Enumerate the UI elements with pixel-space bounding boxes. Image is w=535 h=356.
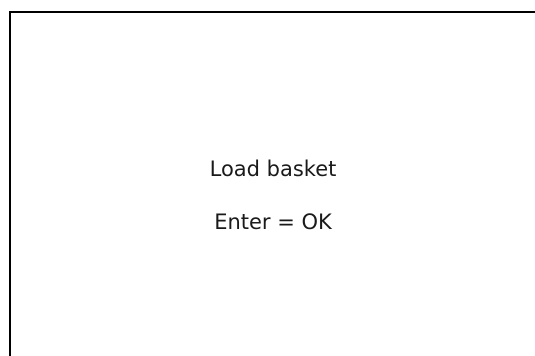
confirm-instruction: Enter = OK xyxy=(214,210,332,234)
message-screen: Load basket Enter = OK xyxy=(9,11,535,356)
message-text: Load basket xyxy=(209,157,337,181)
